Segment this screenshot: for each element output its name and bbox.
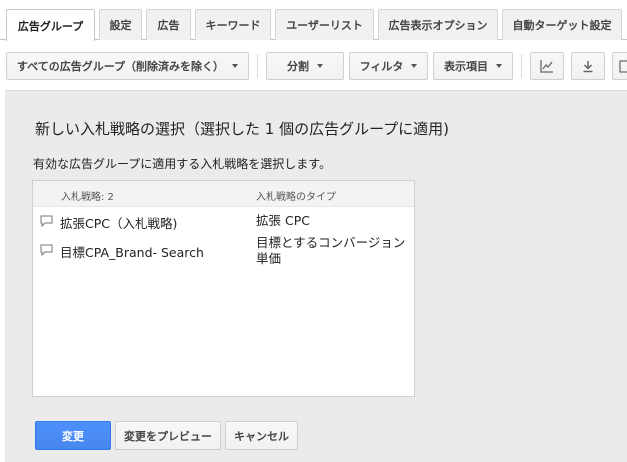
- tab-user-lists[interactable]: ユーザーリスト: [275, 9, 374, 40]
- graph-toggle-button[interactable]: [530, 52, 564, 80]
- columns-button[interactable]: 表示項目: [433, 52, 513, 80]
- chevron-down-icon: [317, 64, 323, 68]
- toolbar-divider: [257, 54, 258, 78]
- strategy-type: 拡張 CPC: [256, 213, 310, 228]
- filter-label: フィルタ: [359, 60, 404, 73]
- more-options-button[interactable]: [612, 52, 627, 80]
- preview-changes-button[interactable]: 変更をプレビュー: [115, 421, 221, 450]
- apply-button[interactable]: 変更: [35, 421, 111, 450]
- panel-icon: [619, 59, 627, 73]
- strategy-name: 拡張CPC（入札戦略): [60, 216, 178, 231]
- tab-ad-groups[interactable]: 広告グループ: [6, 9, 95, 41]
- download-icon: [583, 60, 593, 72]
- tab-ads[interactable]: 広告: [146, 9, 191, 40]
- tab-settings[interactable]: 設定: [99, 9, 142, 40]
- tab-ad-extensions[interactable]: 広告表示オプション: [378, 9, 498, 40]
- list-header: 入札戦略: 2 入札戦略のタイプ: [33, 181, 414, 207]
- tab-keywords[interactable]: キーワード: [195, 9, 271, 40]
- column-header-strategy: 入札戦略: 2: [61, 192, 114, 203]
- panel-subtitle: 有効な広告グループに適用する入札戦略を選択します。: [33, 157, 332, 171]
- chevron-down-icon: [411, 64, 418, 68]
- chevron-down-icon: [496, 64, 502, 68]
- tab-bar: 広告グループ 設定 広告 キーワード ユーザーリスト 広告表示オプション 自動タ…: [0, 0, 627, 41]
- filter-button[interactable]: フィルタ: [349, 52, 428, 80]
- comment-icon: [40, 244, 53, 256]
- bid-strategy-list: 入札戦略: 2 入札戦略のタイプ 拡張CPC（入札戦略) 拡張 CPC 目標CP…: [32, 180, 415, 397]
- bid-strategy-panel: 新しい入札戦略の選択（選択した 1 個の広告グループに適用) 有効な広告グループ…: [5, 90, 627, 462]
- columns-label: 表示項目: [444, 60, 488, 73]
- chevron-down-icon: [232, 64, 239, 68]
- segment-button[interactable]: 分割: [266, 52, 344, 80]
- toolbar: すべての広告グループ（削除済みを除く） 分割 フィルタ 表示項目: [0, 41, 627, 90]
- ad-group-filter-dropdown[interactable]: すべての広告グループ（削除済みを除く）: [6, 52, 249, 80]
- list-item[interactable]: 目標CPA_Brand- Search 目標とするコンバージョン単価: [33, 235, 414, 271]
- ad-group-filter-label: すべての広告グループ（削除済みを除く）: [16, 60, 225, 73]
- line-chart-icon: [540, 59, 553, 73]
- tab-auto-targets[interactable]: 自動ターゲット設定: [502, 9, 622, 40]
- comment-icon: [40, 215, 53, 227]
- list-item[interactable]: 拡張CPC（入札戦略) 拡張 CPC: [33, 211, 414, 233]
- cancel-button[interactable]: キャンセル: [225, 421, 298, 450]
- column-header-type: 入札戦略のタイプ: [256, 192, 336, 203]
- segment-label: 分割: [287, 60, 309, 73]
- strategy-name: 目標CPA_Brand- Search: [60, 245, 204, 260]
- strategy-type: 目標とするコンバージョン単価: [256, 235, 406, 266]
- panel-title: 新しい入札戦略の選択（選択した 1 個の広告グループに適用): [35, 120, 450, 138]
- download-button[interactable]: [571, 52, 605, 80]
- toolbar-divider: [521, 54, 522, 78]
